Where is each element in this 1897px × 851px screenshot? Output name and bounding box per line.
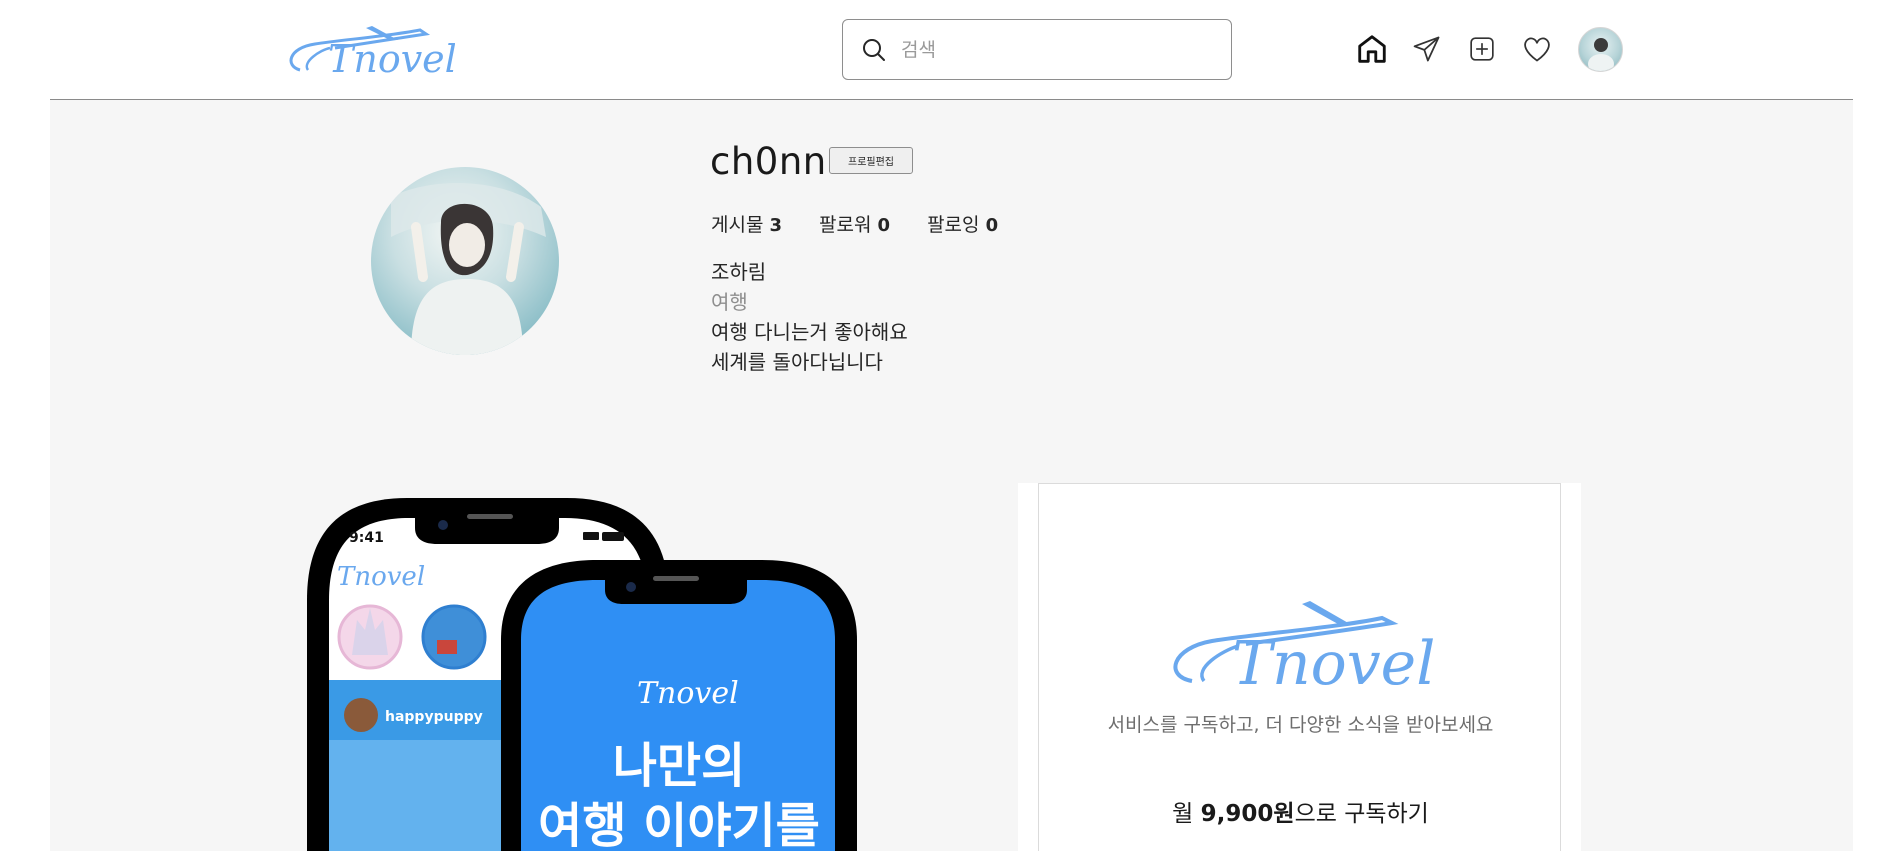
subscription-card-inner: Tnovel 서비스를 구독하고, 더 다양한 소식을 받아보세요 월 9,90… (1038, 483, 1561, 851)
profile-category: 여행 (711, 290, 748, 314)
send-button[interactable] (1409, 31, 1445, 67)
subscription-logo-wordmark: Tnovel (1232, 629, 1434, 691)
stat-followers-count: 0 (877, 215, 891, 236)
profile-username: ch0nn (710, 140, 827, 183)
edit-profile-button[interactable]: 프로필편집 (829, 147, 913, 174)
search-icon (863, 38, 885, 61)
nav-icons (1354, 26, 1623, 72)
stat-followers-label: 팔로워 (819, 214, 872, 236)
tnovel-logo-mark: Tnovel (289, 26, 457, 81)
search-input[interactable] (901, 38, 1201, 61)
subscription-card: Tnovel 서비스를 구독하고, 더 다양한 소식을 받아보세요 월 9,90… (1018, 483, 1581, 851)
search-box[interactable] (842, 19, 1232, 80)
stat-following-count: 0 (985, 215, 999, 236)
add-post-icon (1470, 37, 1494, 61)
stat-followers[interactable]: 팔로워 0 (819, 210, 890, 237)
promo-phones-illustration: 9:41 Tnovel happypuppy Tnovel 나만의 여행 이야기… (307, 498, 857, 851)
top-navigation-bar: Tnovel (0, 0, 1897, 99)
subscribe-suffix: 으로 구독하기 (1294, 801, 1429, 827)
profile-avatar[interactable] (371, 167, 559, 355)
subscription-tagline: 서비스를 구독하고, 더 다양한 소식을 받아보세요 (1107, 714, 1494, 736)
phone-logo-small: Tnovel (337, 562, 425, 592)
logo-wordmark: Tnovel (328, 37, 455, 80)
profile-stats: 게시물 3 팔로워 0 팔로잉 0 (711, 210, 1035, 237)
stat-following-label: 팔로잉 (927, 214, 980, 236)
profile-bio: 조하림 여행 여행 다니는거 좋아해요 세계를 돌아다닙니다 (711, 257, 908, 377)
story-username: happypuppy (385, 709, 483, 725)
subscribe-button[interactable]: 월 9,900원으로 구독하기 (1039, 794, 1562, 828)
stat-posts-count: 3 (769, 215, 783, 236)
nav-profile-avatar[interactable] (1578, 26, 1623, 72)
tnovel-logo[interactable]: Tnovel (280, 18, 457, 81)
add-post-button[interactable] (1464, 31, 1500, 67)
profile-avatar-image (391, 183, 546, 355)
bio-line: 세계를 돌아다닙니다 (711, 350, 883, 374)
phone-status-time: 9:41 (349, 530, 384, 546)
send-icon (1413, 36, 1440, 62)
bio-line: 여행 다니는거 좋아해요 (711, 320, 908, 344)
stat-following[interactable]: 팔로잉 0 (927, 210, 998, 237)
promo-headline-1: 나만의 (613, 738, 745, 794)
avatar-image (1588, 37, 1614, 71)
home-button[interactable] (1354, 31, 1390, 67)
home-icon (1358, 35, 1386, 63)
stat-posts-label: 게시물 (711, 214, 764, 236)
subscribe-price: 9,900원 (1200, 801, 1295, 827)
heart-icon (1524, 37, 1550, 62)
profile-name: 조하림 (711, 260, 767, 284)
subscribe-prefix: 월 (1172, 801, 1201, 827)
promo-headline-2: 여행 이야기를 (538, 798, 820, 851)
subscription-logo-mark: Tnovel (1173, 601, 1435, 699)
stat-posts[interactable]: 게시물 3 (711, 210, 782, 237)
promo-phones-image: 9:41 Tnovel happypuppy Tnovel 나만의 여행 이야기… (297, 480, 997, 851)
activity-button[interactable] (1519, 31, 1555, 67)
profile-page: ch0nn 프로필편집 게시물 3 팔로워 0 팔로잉 0 조하림 여행 여행 … (50, 100, 1853, 851)
subscription-logo: Tnovel (1164, 596, 1435, 699)
phone-logo-front: Tnovel (637, 676, 739, 711)
